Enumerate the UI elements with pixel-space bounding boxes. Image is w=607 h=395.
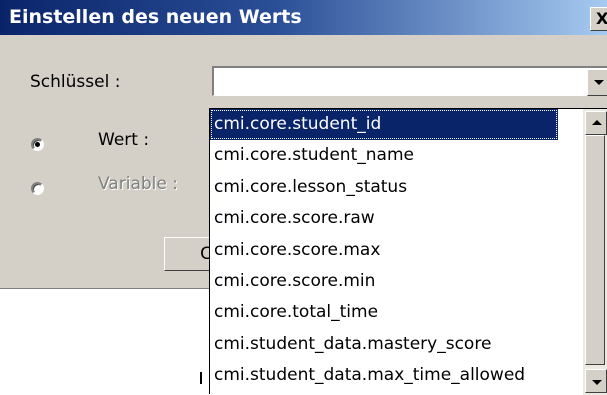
variable-radio-label[interactable]: Variable : bbox=[98, 174, 178, 194]
key-label: Schlüssel : bbox=[30, 72, 121, 92]
arrow-up-icon bbox=[592, 120, 602, 125]
dropdown-item[interactable]: cmi.core.score.raw bbox=[210, 203, 558, 234]
key-dropdown-list[interactable]: cmi.core.student_id cmi.core.student_name… bbox=[209, 108, 607, 395]
close-icon: X bbox=[596, 9, 607, 28]
dropdown-item[interactable]: cmi.core.score.max bbox=[210, 235, 558, 266]
dropdown-item[interactable]: cmi.student_data.max_time_allowed bbox=[210, 360, 558, 391]
key-combobox-dropdown-button[interactable] bbox=[587, 69, 607, 96]
value-radio[interactable] bbox=[31, 138, 44, 151]
dialog-title: Einstellen des neuen Werts bbox=[9, 6, 302, 28]
dropdown-item[interactable]: cmi.core.total_time bbox=[210, 297, 558, 328]
dropdown-scrollbar[interactable] bbox=[583, 109, 607, 395]
text-cursor-fragment bbox=[200, 372, 202, 384]
dropdown-item[interactable]: cmi.core.lesson_status bbox=[210, 172, 558, 203]
scroll-up-button[interactable] bbox=[585, 111, 607, 135]
scroll-thumb[interactable] bbox=[585, 135, 605, 365]
dropdown-item[interactable]: cmi.core.student_name bbox=[210, 140, 558, 171]
radio-checked-dot bbox=[35, 142, 40, 147]
dropdown-items: cmi.core.student_id cmi.core.student_name… bbox=[210, 109, 607, 392]
dropdown-item[interactable]: cmi.student_data.mastery_score bbox=[210, 329, 558, 360]
partial-button[interactable]: C bbox=[164, 237, 212, 271]
dropdown-item[interactable]: cmi.core.score.min bbox=[210, 266, 558, 297]
title-bar[interactable]: Einstellen des neuen Werts X bbox=[0, 0, 607, 35]
value-radio-label[interactable]: Wert : bbox=[98, 130, 149, 150]
dropdown-item[interactable]: cmi.core.student_id bbox=[210, 109, 558, 141]
variable-radio[interactable] bbox=[31, 182, 44, 195]
chevron-down-icon bbox=[594, 80, 604, 85]
scroll-down-button[interactable] bbox=[585, 369, 607, 393]
close-button[interactable]: X bbox=[590, 7, 607, 31]
arrow-down-icon bbox=[592, 380, 602, 385]
key-combobox[interactable] bbox=[212, 66, 607, 96]
